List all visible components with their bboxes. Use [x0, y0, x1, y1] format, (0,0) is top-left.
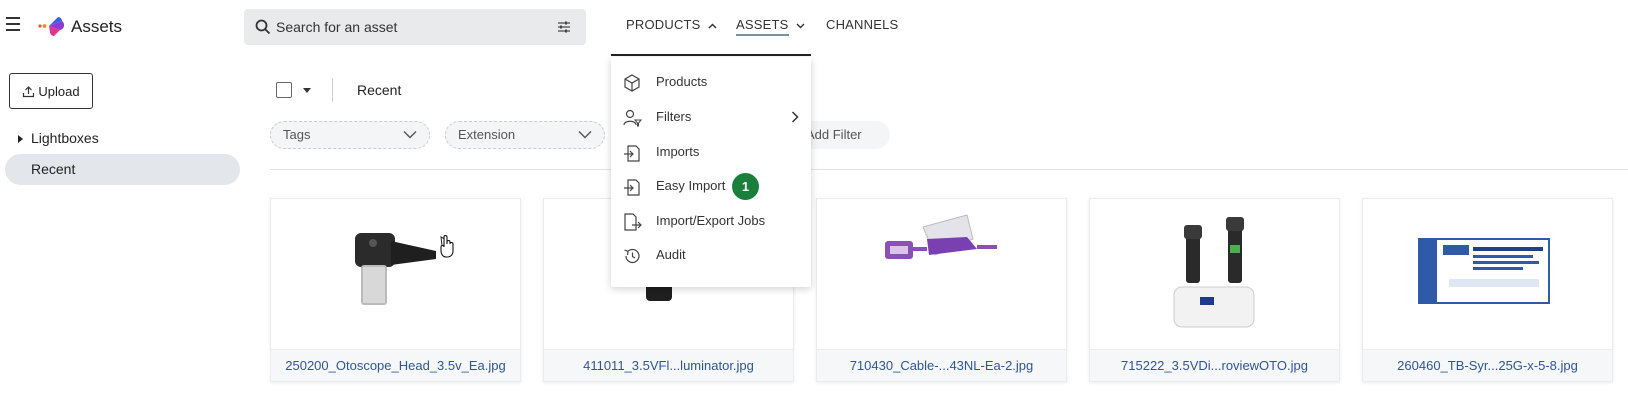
view-title: Recent: [357, 82, 402, 98]
nav-active-underline: [611, 54, 811, 56]
asset-card[interactable]: 710430_Cable-...43NL-Ea-2.jpg: [816, 198, 1067, 382]
nav-channels[interactable]: CHANNELS: [826, 17, 898, 32]
upload-label: Upload: [38, 83, 80, 99]
menu-item-audit[interactable]: Audit: [611, 240, 811, 270]
asset-card[interactable]: 260460_TB-Syr...25G-x-5-8.jpg: [1362, 198, 1613, 382]
sidebar-item-recent[interactable]: Recent: [5, 154, 240, 185]
asset-filename[interactable]: 715222_3.5VDi...roviewOTO.jpg: [1090, 349, 1339, 381]
app-title: Assets: [71, 17, 123, 36]
asset-filename[interactable]: 260460_TB-Syr...25G-x-5-8.jpg: [1363, 349, 1612, 381]
asset-filename[interactable]: 411011_3.5VFl...luminator.jpg: [544, 349, 793, 381]
menu-item-products[interactable]: Products: [611, 67, 811, 97]
filter-sliders-icon[interactable]: [556, 19, 572, 35]
app-logo-icon: [38, 17, 64, 36]
menu-item-label: Filters: [656, 109, 692, 124]
menu-item-filters[interactable]: Filters: [611, 102, 811, 132]
menu-item-label: Easy Import: [656, 178, 726, 193]
search-bar[interactable]: Search for an asset: [244, 9, 586, 45]
cube-icon: [624, 74, 640, 92]
import-export-icon: [624, 213, 642, 231]
add-filter-label: Add Filter: [806, 127, 862, 142]
import-icon: [624, 179, 640, 196]
nav-products-label: PRODUCTS: [626, 17, 701, 32]
products-dropdown-menu: Products Filters Imports Easy Import 1 I…: [611, 57, 811, 287]
history-icon: [624, 248, 640, 264]
filter-tags[interactable]: Tags: [270, 121, 430, 149]
caret-down-icon[interactable]: [303, 88, 311, 93]
nav-assets-label: ASSETS: [736, 17, 789, 36]
chevron-down-icon: [796, 23, 805, 29]
caret-right-icon: [18, 135, 23, 144]
count-badge: 1: [732, 173, 759, 200]
hamburger-menu-icon[interactable]: [6, 17, 22, 31]
import-icon: [624, 145, 640, 162]
asset-filename[interactable]: 710430_Cable-...43NL-Ea-2.jpg: [817, 349, 1066, 381]
asset-thumbnail: [817, 199, 1066, 349]
asset-filename[interactable]: 250200_Otoscope_Head_3.5v_Ea.jpg: [271, 349, 520, 381]
sidebar-item-label: Recent: [31, 161, 76, 177]
toolbar-divider: [332, 78, 333, 102]
chevron-up-icon: [708, 23, 717, 29]
nav-channels-label: CHANNELS: [826, 17, 899, 32]
chevron-down-icon: [578, 131, 592, 139]
menu-item-label: Audit: [656, 247, 686, 262]
divider: [270, 169, 1628, 170]
user-filter-icon: [623, 109, 642, 127]
chevron-down-icon: [403, 131, 417, 139]
top-bar: Assets Search for an asset PRODUCTS ASSE…: [0, 0, 1628, 54]
hand-cursor-icon: [440, 235, 454, 258]
asset-thumbnail: [271, 199, 520, 349]
nav-assets[interactable]: ASSETS: [736, 17, 805, 36]
upload-icon: [23, 85, 35, 97]
menu-item-imports[interactable]: Imports: [611, 137, 811, 167]
sidebar-item-label: Lightboxes: [31, 130, 99, 146]
asset-card[interactable]: 715222_3.5VDi...roviewOTO.jpg: [1089, 198, 1340, 382]
filter-label: Tags: [283, 127, 311, 142]
nav-products[interactable]: PRODUCTS: [626, 17, 717, 32]
menu-item-easy-import[interactable]: Easy Import 1: [611, 171, 811, 201]
asset-thumbnail: [1363, 199, 1612, 349]
asset-card[interactable]: 250200_Otoscope_Head_3.5v_Ea.jpg: [270, 198, 521, 382]
search-input[interactable]: Search for an asset: [276, 19, 397, 35]
sidebar-item-lightboxes[interactable]: Lightboxes: [18, 130, 99, 146]
asset-thumbnail: [1090, 199, 1339, 349]
upload-button[interactable]: Upload: [9, 73, 93, 109]
menu-item-label: Import/Export Jobs: [656, 213, 766, 228]
menu-item-label: Products: [656, 74, 708, 89]
chevron-right-icon: [791, 111, 799, 123]
select-all-checkbox[interactable]: [276, 82, 292, 98]
filter-label: Extension: [458, 127, 516, 142]
filter-extension[interactable]: Extension: [445, 121, 605, 149]
menu-item-label: Imports: [656, 144, 700, 159]
search-icon: [255, 19, 271, 35]
menu-item-import-export-jobs[interactable]: Import/Export Jobs: [611, 206, 811, 236]
